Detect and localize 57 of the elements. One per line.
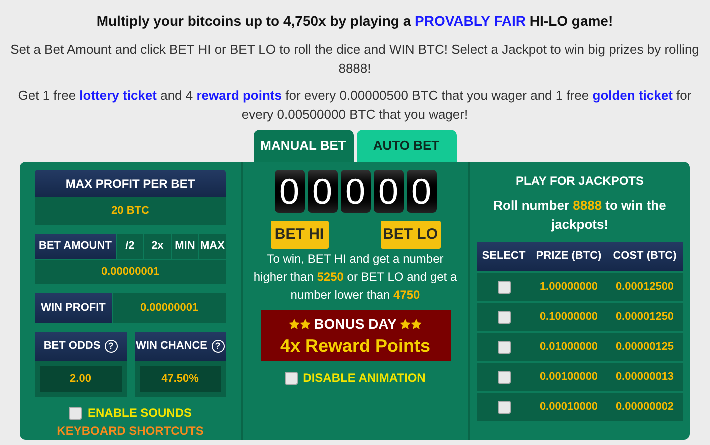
disable-animation-checkbox[interactable] bbox=[285, 372, 298, 384]
dice-digit: 0 bbox=[406, 170, 436, 213]
help-icon[interactable]: ? bbox=[212, 340, 224, 353]
prize-cell-text: 1.00000000 bbox=[538, 280, 600, 295]
bet-amount-label: BET AMOUNT bbox=[35, 234, 116, 259]
bet-odds-label: BET ODDS bbox=[44, 339, 101, 354]
column-header: SELECT bbox=[481, 249, 527, 264]
max-profit-value: 20 BTC bbox=[35, 197, 226, 225]
bet-lo-button[interactable]: BET LO bbox=[380, 221, 440, 249]
dice-digit: 0 bbox=[274, 170, 304, 213]
bet-amount-button[interactable]: 2x bbox=[144, 234, 171, 259]
bet-amount-button[interactable]: MAX bbox=[199, 234, 226, 259]
jackpot-checkbox[interactable] bbox=[498, 310, 510, 324]
cost-cell-text: 0.00000013 bbox=[614, 370, 676, 385]
stars-icon bbox=[400, 319, 422, 330]
prize-cell-text: 0.00010000 bbox=[538, 400, 600, 415]
bet-odds-field[interactable]: 2.00 bbox=[40, 366, 122, 392]
jackpot-checkbox[interactable] bbox=[498, 340, 510, 354]
win-profit-label: WIN PROFIT bbox=[35, 293, 112, 323]
column-header: COST (BTC) bbox=[612, 249, 678, 264]
jackpot-checkbox[interactable] bbox=[498, 400, 510, 414]
prize-cell-text: 0.01000000 bbox=[538, 340, 600, 355]
jackpots-subtitle: Roll number 8888 to win the jackpots! bbox=[492, 197, 668, 234]
win-rule-text: To win, BET HI and get a number higher than 5250 or BET LO and get a number lower than 4750 bbox=[252, 251, 458, 304]
page-title: Multiply your bitcoins up to 4,750x by playing a PROVABLY FAIR HI-LO game! bbox=[96, 12, 614, 31]
jackpots-title: PLAY FOR JACKPOTS bbox=[516, 173, 644, 190]
bet-amount-button[interactable]: /2 bbox=[116, 234, 144, 259]
bet-mode-tab[interactable]: MANUAL BET bbox=[254, 130, 354, 162]
cost-cell-text: 0.00000125 bbox=[614, 340, 676, 355]
intro-text: Set a Bet Amount and click BET HI or BET LO to roll the dice and WIN BTC! Select a Jackpot to win big prizes by rolling 8888! bbox=[10, 41, 700, 78]
max-profit-label: MAX PROFIT PER BET bbox=[35, 170, 226, 197]
help-icon[interactable]: ? bbox=[104, 340, 118, 353]
prize-cell-text: 0.10000000 bbox=[538, 310, 600, 325]
stars-icon bbox=[289, 319, 312, 330]
win-profit-value: 0.00000001 bbox=[113, 293, 226, 323]
enable-sounds-checkbox[interactable] bbox=[68, 406, 82, 420]
enable-sounds-label: ENABLE SOUNDS bbox=[88, 405, 192, 422]
intro-text: Get 1 free lottery ticket and 4 reward points for every 0.00000500 BTC that you wager and 1 free golden ticket for every 0.00500000 BTC that you wager! bbox=[17, 87, 693, 124]
bonus-day-text: 4x Reward Points bbox=[280, 335, 431, 357]
disable-animation-label: DISABLE ANIMATION bbox=[303, 370, 426, 387]
dice-digit: 0 bbox=[308, 170, 338, 213]
bonus-day-title: BONUS DAY bbox=[314, 315, 397, 334]
bet-mode-tab[interactable]: AUTO BET bbox=[356, 130, 456, 162]
prize-cell-text: 0.00100000 bbox=[538, 370, 600, 385]
bet-hi-button[interactable]: BET HI bbox=[270, 221, 328, 249]
column-header: PRIZE (BTC) bbox=[535, 249, 603, 264]
dice-digit: 0 bbox=[340, 170, 370, 213]
bet-amount-field[interactable]: 0.00000001 bbox=[35, 260, 226, 284]
dice-digit: 0 bbox=[374, 170, 404, 213]
win-chance-field[interactable]: 47.50% bbox=[140, 366, 221, 392]
bet-amount-button[interactable]: MIN bbox=[172, 234, 198, 259]
jackpot-checkbox[interactable] bbox=[498, 280, 510, 294]
win-chance-label: WIN CHANCE bbox=[136, 339, 208, 354]
cost-cell-text: 0.00001250 bbox=[614, 310, 676, 325]
cost-cell-text: 0.00012500 bbox=[614, 280, 676, 295]
jackpot-checkbox[interactable] bbox=[498, 370, 510, 384]
cost-cell-text: 0.00000002 bbox=[614, 400, 676, 415]
